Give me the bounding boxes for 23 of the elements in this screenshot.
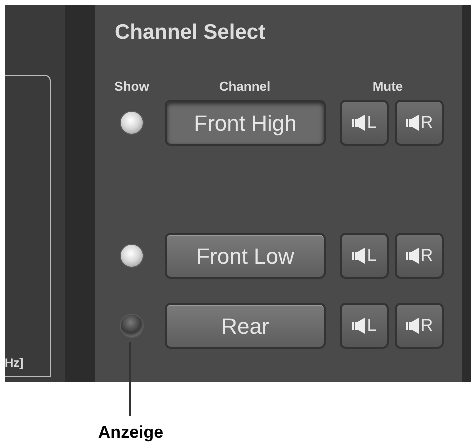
mute-button[interactable]: L <box>340 303 389 349</box>
column-header: Mute <box>372 78 404 95</box>
channel-button[interactable]: Front Low <box>165 233 326 279</box>
column-header: Channel <box>218 78 272 95</box>
show-indicator[interactable] <box>120 244 144 268</box>
speaker-icon <box>406 248 420 264</box>
mute-button[interactable]: R <box>395 100 444 146</box>
speaker-icon <box>352 248 366 264</box>
axis-label: Hz] <box>5 355 24 372</box>
channel-button[interactable]: Front High <box>165 100 326 146</box>
panel-title: Channel Select <box>114 20 267 46</box>
mute-button[interactable]: R <box>395 233 444 279</box>
channel-button[interactable]: Rear <box>165 303 326 349</box>
mute-button[interactable]: L <box>340 100 389 146</box>
mute-button[interactable]: R <box>395 303 444 349</box>
show-indicator[interactable] <box>120 111 144 135</box>
speaker-icon <box>352 115 366 131</box>
speaker-icon <box>352 318 366 334</box>
mute-button[interactable]: L <box>340 233 389 279</box>
speaker-icon <box>406 115 420 131</box>
column-header: Show <box>114 78 150 95</box>
speaker-icon <box>406 318 420 334</box>
callout-label: Anzeige <box>97 422 165 444</box>
